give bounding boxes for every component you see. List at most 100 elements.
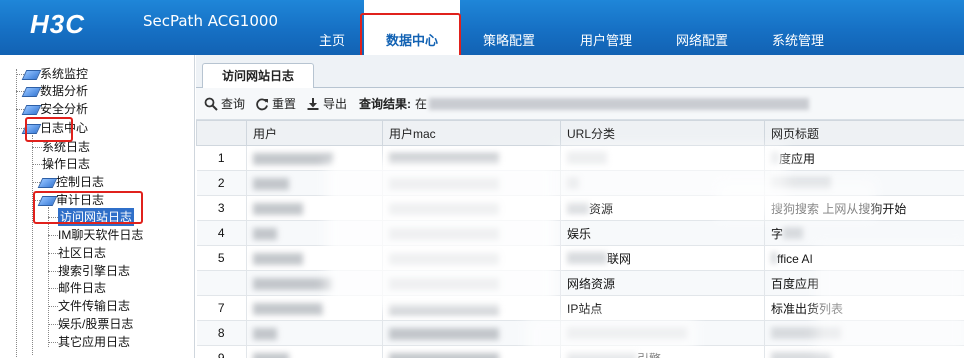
row-index: 9 (196, 345, 247, 358)
redacted-query-result (429, 97, 810, 110)
search-icon (204, 97, 218, 111)
tree-item-system-monitor[interactable]: 系统监控 (24, 65, 88, 83)
table-row[interactable]: 9 引擎 (196, 345, 964, 358)
table-row[interactable]: 网络资源 百度应用 (196, 270, 964, 296)
export-button[interactable]: 导出 (306, 95, 347, 112)
tree-item-label: 系统日志 (42, 140, 91, 154)
row-index: 2 (196, 170, 247, 196)
cell-user-mac (382, 195, 561, 221)
reset-label: 重置 (272, 97, 297, 111)
tree-item-entertainment-stock-log[interactable]: 娱乐/股票日志 (58, 315, 133, 333)
table-row[interactable]: 4 娱乐 字 (196, 220, 964, 246)
cell-url-category (560, 320, 765, 346)
brand-logo: H3C (30, 9, 86, 39)
main-nav: 主页 数据中心 策略配置 用户管理 网络配置 系统管理 (300, 0, 846, 55)
tree-item-label: 搜索引擎日志 (58, 264, 131, 278)
row-index: 3 (196, 195, 247, 221)
cell-user (246, 345, 383, 358)
tree-item-log-center[interactable]: 日志中心 (24, 119, 88, 137)
nav-system-management[interactable]: 系统管理 (750, 0, 846, 55)
query-button[interactable]: 查询 (204, 95, 245, 112)
export-label: 导出 (323, 97, 348, 111)
cell-user-mac (382, 170, 561, 196)
tree-item-control-log[interactable]: 控制日志 (40, 173, 104, 191)
cell-user (246, 170, 383, 196)
tree-item-other-app-log[interactable]: 其它应用日志 (58, 333, 130, 351)
folder-book-icon (24, 104, 38, 114)
nav-network-config[interactable]: 网络配置 (654, 0, 750, 55)
table-row[interactable]: 2 (196, 170, 964, 196)
cell-url-category: 引擎 (560, 345, 765, 358)
cell-user (246, 220, 383, 246)
cell-url-category: 资源 (560, 195, 765, 221)
column-header-user-mac[interactable]: 用户mac (382, 120, 561, 146)
tree-item-label: 系统监控 (40, 67, 89, 81)
cell-user-mac (382, 245, 561, 271)
tree-item-label: 访问网站日志 (58, 208, 135, 226)
cell-url-category: 联网 (560, 245, 765, 271)
cell-page-title (764, 320, 964, 346)
row-index: 1 (196, 145, 247, 171)
tree-item-website-access-log[interactable]: 访问网站日志 (58, 208, 135, 226)
table-row[interactable]: 3 资源 搜狗搜索 上网从搜狗开始 (196, 195, 964, 221)
tree-item-operation-log[interactable]: 操作日志 (42, 155, 90, 173)
tree-item-data-analysis[interactable]: 数据分析 (24, 82, 88, 100)
product-name: SecPath ACG1000 (143, 12, 278, 30)
nav-policy-config[interactable]: 策略配置 (460, 0, 558, 55)
tree-item-file-transfer-log[interactable]: 文件传输日志 (58, 297, 130, 315)
column-header-url-category[interactable]: URL分类 (560, 120, 765, 146)
query-result-label: 查询结果: (359, 97, 412, 111)
row-index: 7 (196, 295, 247, 321)
tree-item-label: 安全分析 (40, 102, 89, 116)
cell-url-category: 娱乐 (560, 220, 765, 246)
tree-item-community-log[interactable]: 社区日志 (58, 244, 106, 262)
tree-item-security-analysis[interactable]: 安全分析 (24, 100, 88, 118)
tree-item-label: 审计日志 (56, 193, 105, 207)
cell-user-mac (382, 270, 561, 296)
cell-user (246, 145, 383, 171)
cell-user-mac (382, 145, 561, 171)
column-header-user[interactable]: 用户 (246, 120, 383, 146)
table-row[interactable]: 7 IP站点 标准出货列表 (196, 295, 964, 321)
cell-url-category (560, 145, 765, 171)
tab-strip: 访问网站日志 (196, 55, 964, 89)
query-result-text: 在 (415, 97, 428, 111)
nav-user-management[interactable]: 用户管理 (558, 0, 654, 55)
cell-page-title (764, 170, 964, 196)
tree-item-mail-log[interactable]: 邮件日志 (58, 279, 106, 297)
cell-user-mac (382, 220, 561, 246)
query-toolbar: 查询 重置 导出 查询结果: 在 (196, 88, 964, 120)
tree-item-label: 其它应用日志 (58, 335, 131, 349)
tree-item-audit-log[interactable]: 审计日志 (40, 191, 104, 209)
log-table: 用户 用户mac URL分类 网页标题 1 度应用 2 3 资源 搜狗搜索 上网… (196, 120, 964, 358)
cell-page-title: 度应用 (764, 145, 964, 171)
tab-website-access-log[interactable]: 访问网站日志 (202, 63, 314, 89)
column-header-page-title[interactable]: 网页标题 (764, 120, 964, 146)
cell-user-mac (382, 295, 561, 321)
row-index: 8 (196, 320, 247, 346)
tree-item-label: 娱乐/股票日志 (58, 317, 134, 331)
row-index: 4 (196, 220, 247, 246)
folder-book-icon (40, 195, 54, 205)
tree-item-system-log[interactable]: 系统日志 (42, 138, 90, 156)
table-header-row: 用户 用户mac URL分类 网页标题 (196, 120, 964, 146)
cell-user (246, 320, 383, 346)
tree-item-label: IM聊天软件日志 (58, 228, 144, 242)
table-row[interactable]: 8 (196, 320, 964, 346)
row-index (196, 270, 247, 296)
tree-item-im-chat-log[interactable]: IM聊天软件日志 (58, 226, 143, 244)
table-row[interactable]: 5 联网 ffice AI (196, 245, 964, 271)
cell-user-mac (382, 345, 561, 358)
reset-button[interactable]: 重置 (255, 95, 296, 112)
cell-page-title (764, 345, 964, 358)
row-index: 5 (196, 245, 247, 271)
tree-item-search-engine-log[interactable]: 搜索引擎日志 (58, 262, 130, 280)
nav-data-center[interactable]: 数据中心 (364, 0, 460, 55)
cell-user (246, 295, 383, 321)
cell-page-title: ffice AI (764, 245, 964, 271)
column-header-index (196, 120, 247, 146)
cell-page-title: 搜狗搜索 上网从搜狗开始 (764, 195, 964, 221)
tree-item-label: 控制日志 (56, 175, 105, 189)
table-row[interactable]: 1 度应用 (196, 145, 964, 171)
nav-home[interactable]: 主页 (300, 0, 364, 55)
